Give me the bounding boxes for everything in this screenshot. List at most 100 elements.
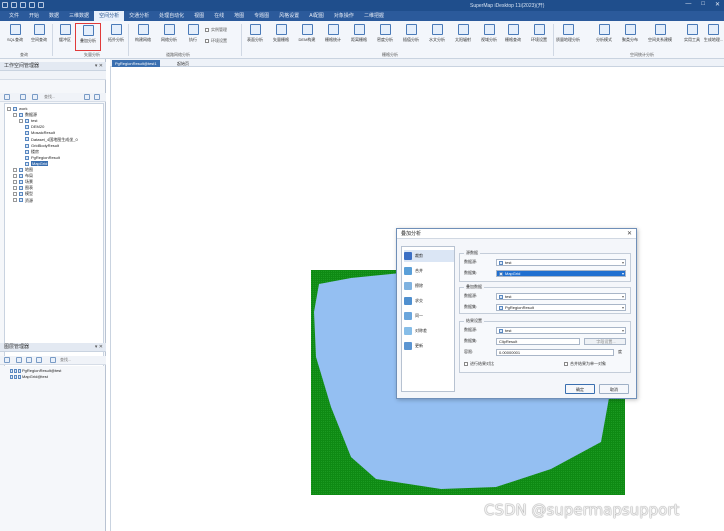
tree-item[interactable]: MapGrid — [25, 160, 49, 167]
expand-toggle-icon[interactable] — [13, 180, 17, 185]
env-setting-button[interactable]: 环境设置 — [526, 23, 552, 51]
cluster-distribution-button[interactable]: 聚类分布 — [617, 23, 643, 51]
interpolation-button[interactable]: 插值分析 — [398, 23, 424, 51]
minimize-button[interactable]: — — [685, 1, 691, 8]
expand-toggle-icon[interactable] — [13, 186, 17, 191]
source-dataset-select[interactable]: MapGrid ▾ — [496, 270, 626, 277]
source-datasource-select[interactable]: test ▾ — [496, 259, 626, 266]
eye-icon[interactable] — [10, 374, 13, 379]
ok-button[interactable]: 确定 — [565, 384, 595, 394]
layer-style-icon[interactable] — [4, 357, 10, 363]
instance-manage-checkbox[interactable]: 实例管理 — [205, 27, 227, 33]
tree-item[interactable]: 数据源 — [13, 112, 37, 118]
expand-toggle-icon[interactable] — [13, 192, 17, 197]
add-layer-icon[interactable] — [16, 357, 22, 363]
overlay-method-item[interactable]: 对称差 — [404, 325, 454, 337]
result-datasource-select[interactable]: test ▾ — [496, 327, 626, 334]
expand-toggle-icon[interactable] — [19, 119, 23, 124]
spatial-query-button[interactable]: 空间查询 — [26, 23, 52, 51]
distance-raster-button[interactable]: 距离栅格 — [346, 23, 372, 51]
editable-icon[interactable] — [18, 374, 21, 379]
menu-tab[interactable]: 空间分析 — [94, 11, 125, 21]
layout-icon[interactable] — [4, 94, 10, 100]
add-icon[interactable] — [84, 94, 90, 100]
menu-tab[interactable]: 交通分析 — [124, 11, 154, 21]
close-button[interactable]: ✕ — [715, 1, 720, 8]
vector-raster-button[interactable]: 矢量栅格 — [268, 23, 294, 51]
viewshed-button[interactable]: 视域分析 — [476, 23, 502, 51]
result-compare-checkbox[interactable]: 进行结果对比 — [464, 361, 494, 367]
raster-stats-button[interactable]: 栅格统计 — [320, 23, 346, 51]
tree-item[interactable]: 资源 — [13, 198, 33, 204]
menu-tab[interactable]: 对象操作 — [329, 11, 359, 21]
menu-tab[interactable]: 文件 — [4, 11, 24, 21]
open-icon[interactable] — [11, 2, 17, 8]
network-analysis-button[interactable]: 网络分析 — [156, 23, 182, 51]
tree-item[interactable]: 楼房 — [25, 149, 39, 155]
solar-radiation-button[interactable]: 太阳辐射 — [450, 23, 476, 51]
layer-item[interactable]: MapGrid@test — [10, 374, 48, 380]
open-file-icon[interactable] — [20, 94, 26, 100]
overlay-dataset-select[interactable]: PgRegionResult ▾ — [496, 304, 626, 311]
tree-item[interactable]: 模型 — [13, 191, 33, 197]
overlay-datasource-select[interactable]: test ▾ — [496, 293, 626, 300]
menu-tab[interactable]: 开始 — [24, 11, 44, 21]
expand-toggle-icon[interactable] — [13, 113, 17, 118]
menu-tab[interactable]: 在线 — [209, 11, 229, 21]
overlay-method-item[interactable]: 合并 — [404, 265, 454, 277]
menu-tab[interactable]: 视图 — [189, 11, 209, 21]
overlay-method-item[interactable]: 同一 — [404, 310, 454, 322]
tree-item[interactable]: Dataset_4国地图生成坐_0 — [25, 137, 78, 143]
layer-order-icon[interactable] — [36, 357, 42, 363]
layer-search-input[interactable]: 查找... — [60, 357, 71, 363]
overlay-method-item[interactable]: 求交 — [404, 295, 454, 307]
overlay-method-item[interactable]: 裁剪 — [404, 250, 454, 262]
expand-toggle-icon[interactable] — [7, 106, 11, 111]
build-network-button[interactable]: 构建网络 — [130, 23, 156, 51]
hydrology-button[interactable]: 水文分析 — [424, 23, 450, 51]
overlay-method-item[interactable]: 擦除 — [404, 280, 454, 292]
lock-icon[interactable] — [14, 368, 17, 373]
search-icon[interactable] — [50, 357, 56, 363]
tolerance-input[interactable]: 0.00000001 — [496, 349, 614, 356]
maximize-button[interactable]: □ — [701, 1, 705, 8]
expand-toggle-icon[interactable] — [13, 198, 17, 203]
panel-controls[interactable]: ▾ ✕ — [95, 343, 103, 352]
menu-tab[interactable]: 专题图 — [249, 11, 274, 21]
ribbon-env-setting-small[interactable]: 环境设置 — [205, 38, 227, 44]
dialog-close-button[interactable]: ✕ — [627, 229, 632, 239]
tree-item[interactable]: DEM20 — [25, 124, 44, 130]
surface-analysis-button[interactable]: 表面分析 — [242, 23, 268, 51]
cancel-button[interactable]: 取消 — [599, 384, 629, 394]
expand-toggle-icon[interactable] — [13, 174, 17, 179]
tree-item[interactable]: GridBodyResult — [25, 143, 59, 149]
merge-single-object-checkbox[interactable]: 合并结果为单一对象 — [564, 361, 606, 367]
tree-item[interactable]: PgRegionResult — [25, 155, 60, 161]
sql-query-button[interactable]: SQL查询 — [2, 23, 28, 51]
eye-icon[interactable] — [10, 368, 13, 373]
dem-build-button[interactable]: DEM构建 — [294, 23, 320, 51]
menu-tab[interactable]: 三维数据 — [64, 11, 94, 21]
spatial-relation-button[interactable]: 空间关系建模 — [647, 23, 673, 51]
field-settings-button[interactable]: 字段设置... — [584, 338, 626, 345]
search-icon[interactable] — [32, 94, 38, 100]
density-analysis-button[interactable]: 密度分析 — [372, 23, 398, 51]
undo-icon[interactable] — [20, 2, 26, 8]
overlay-method-item[interactable]: 更新 — [404, 340, 454, 352]
workspace-search-input[interactable]: 查找... — [44, 94, 55, 100]
help-icon[interactable] — [38, 2, 44, 8]
menu-tab[interactable]: 风格设置 — [274, 11, 304, 21]
menu-tab[interactable]: 地图 — [229, 11, 249, 21]
tree-item[interactable]: test — [19, 118, 37, 124]
utility-button[interactable]: 实用工具 — [679, 23, 705, 51]
topology-analysis-button[interactable]: 拓扑分析 — [103, 23, 129, 51]
expand-icon[interactable] — [94, 94, 100, 100]
raster-query-button[interactable]: 栅格查询 — [500, 23, 526, 51]
menu-tab[interactable]: 数据 — [44, 11, 64, 21]
remove-layer-icon[interactable] — [26, 357, 32, 363]
tree-item[interactable]: MosaicResult — [25, 130, 55, 136]
menu-tab[interactable]: 二维把握 — [359, 11, 389, 21]
result-dataset-input[interactable]: ClipResult — [496, 338, 580, 345]
tab-map-document[interactable]: PgRegionResult@test1 — [112, 60, 160, 67]
analysis-pattern-button[interactable]: 分析模式 — [591, 23, 617, 51]
